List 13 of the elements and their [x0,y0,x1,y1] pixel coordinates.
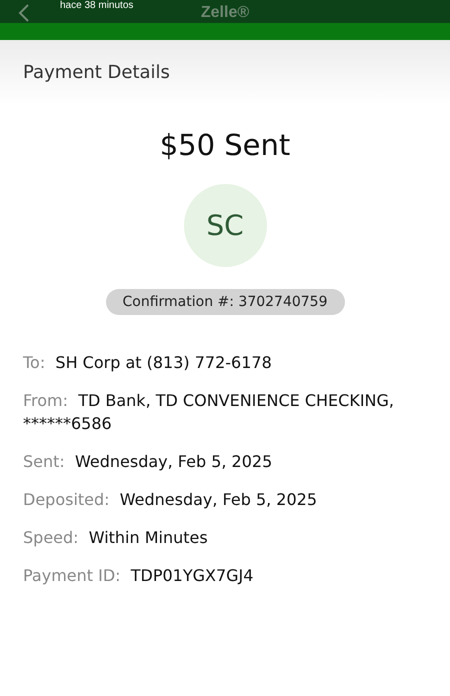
detail-text: Payment ID: TDP01YGX7GJ4 [23,565,254,587]
detail-text: Deposited: Wednesday, Feb 5, 2025 [23,489,318,511]
detail-text: From: TD Bank, TD CONVENIENCE CHECKING, ******6586 [23,390,395,435]
back-icon[interactable] [18,3,30,23]
detail-text: Speed: Within Minutes [23,527,209,549]
amount-text: $50 Sent [160,128,290,162]
detail-text: To: SH Corp at (813) 772-6178 [23,352,273,374]
confirmation-badge: Confirmation #: 3702740759 [106,289,344,315]
app-title: Zelle® [200,3,250,23]
avatar: SC [184,184,266,267]
page-title: Payment Details [23,62,170,83]
notice-text: hace 38 minutos [60,0,134,11]
detail-text: Sent: Wednesday, Feb 5, 2025 [23,451,274,473]
